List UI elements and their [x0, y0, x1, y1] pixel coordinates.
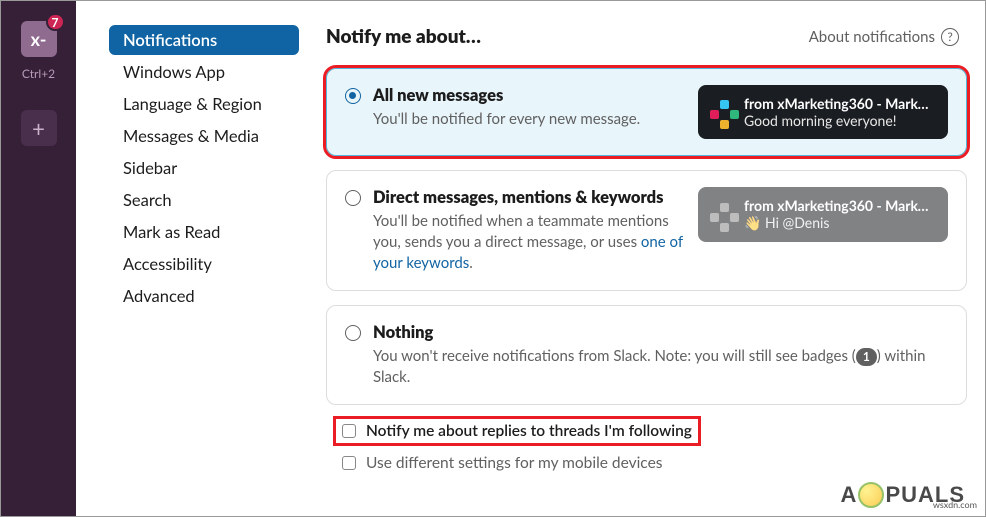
sidebar-item-language-region[interactable]: Language & Region	[109, 89, 299, 119]
radio-all-messages[interactable]	[345, 88, 361, 104]
preview-text: from xMarketing360 - Marke… Good morning…	[744, 95, 934, 129]
option-title: Direct messages, mentions & keywords	[373, 187, 686, 207]
workspace-shortcut: Ctrl+2	[22, 66, 55, 81]
about-notifications-link[interactable]: About notifications ?	[809, 28, 959, 46]
slack-icon	[710, 100, 734, 124]
unread-badge: 7	[46, 13, 65, 31]
notification-preview: from xMarketing360 - Marke… Good morning…	[698, 85, 948, 139]
checkbox-thread-replies[interactable]: Notify me about replies to threads I'm f…	[336, 419, 698, 443]
option-text: Direct messages, mentions & keywords You…	[373, 187, 686, 274]
option-text: Nothing You won't receive notifications …	[373, 322, 948, 388]
option-desc: You won't receive notifications from Sla…	[373, 346, 933, 388]
panel-title: Notify me about…	[326, 25, 481, 48]
sidebar-item-mark-as-read[interactable]: Mark as Read	[109, 217, 299, 247]
help-icon: ?	[941, 28, 959, 46]
option-title: All new messages	[373, 85, 686, 105]
preferences-sidebar: Notifications Windows App Language & Reg…	[109, 25, 299, 313]
desc-part-b: .	[469, 254, 473, 272]
preview-body: Good morning everyone!	[744, 112, 934, 129]
checkbox-label: Use different settings for my mobile dev…	[366, 454, 662, 472]
about-link-label: About notifications	[809, 28, 935, 46]
sidebar-item-accessibility[interactable]: Accessibility	[109, 249, 299, 279]
checkbox-icon[interactable]	[342, 424, 356, 438]
sidebar-item-sidebar[interactable]: Sidebar	[109, 153, 299, 183]
option-direct-messages[interactable]: Direct messages, mentions & keywords You…	[326, 170, 967, 291]
source-domain: wsxdn.com	[933, 499, 977, 510]
option-desc: You'll be notified for every new message…	[373, 109, 686, 130]
option-nothing[interactable]: Nothing You won't receive notifications …	[326, 305, 967, 405]
notifications-panel: Notify me about… About notifications ? A…	[326, 25, 967, 483]
desc-part-a: You'll be notified when a teammate menti…	[373, 212, 669, 251]
badge-example: 1	[856, 348, 877, 366]
notification-preview: from xMarketing360 - Marke… 👋 Hi @Denis	[698, 187, 948, 242]
appuals-logo-icon	[858, 482, 884, 508]
sidebar-item-messages-media[interactable]: Messages & Media	[109, 121, 299, 151]
sidebar-item-windows-app[interactable]: Windows App	[109, 57, 299, 87]
radio-nothing[interactable]	[345, 325, 361, 341]
checkbox-icon[interactable]	[342, 456, 356, 470]
add-workspace-button[interactable]: +	[21, 110, 57, 146]
option-title: Nothing	[373, 322, 948, 342]
preview-body: 👋 Hi @Denis	[744, 214, 934, 232]
sidebar-item-notifications[interactable]: Notifications	[109, 25, 299, 55]
plus-icon: +	[32, 115, 45, 142]
preview-from: from xMarketing360 - Marke…	[744, 197, 934, 214]
workspace-label: x-	[31, 28, 47, 50]
workspace-switcher[interactable]: x- 7	[21, 21, 57, 57]
sidebar-item-search[interactable]: Search	[109, 185, 299, 215]
radio-direct-messages[interactable]	[345, 190, 361, 206]
preview-from: from xMarketing360 - Marke…	[744, 95, 934, 112]
checkbox-label: Notify me about replies to threads I'm f…	[366, 422, 692, 440]
panel-header: Notify me about… About notifications ?	[326, 25, 967, 48]
desc-part-a: You won't receive notifications from Sla…	[373, 347, 856, 365]
slack-icon	[710, 203, 734, 227]
workspace-rail: x- 7 Ctrl+2 +	[1, 1, 76, 516]
option-text: All new messages You'll be notified for …	[373, 85, 686, 130]
checkbox-mobile-settings[interactable]: Use different settings for my mobile dev…	[336, 451, 967, 475]
sidebar-item-advanced[interactable]: Advanced	[109, 281, 299, 311]
option-desc: You'll be notified when a teammate menti…	[373, 211, 686, 274]
option-all-new-messages[interactable]: All new messages You'll be notified for …	[326, 68, 967, 156]
wm-prefix: A	[841, 482, 858, 508]
preview-text: from xMarketing360 - Marke… 👋 Hi @Denis	[744, 197, 934, 232]
